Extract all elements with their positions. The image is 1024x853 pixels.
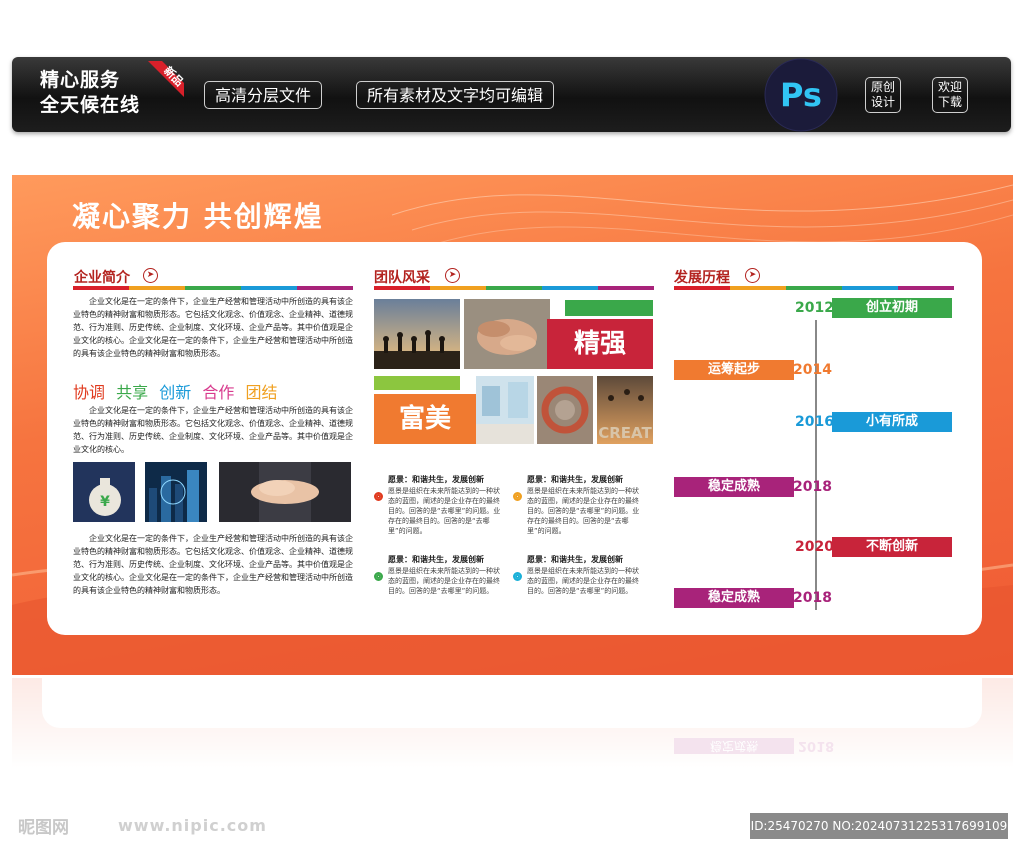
intro-arrow-icon[interactable]: ➤ (143, 268, 158, 283)
fumei-block: 富美 (374, 394, 476, 444)
intro-paragraph-2: 企业文化是在一定的条件下，企业生产经营和管理活动中所创造的具有该企业特色的精神财… (73, 406, 353, 454)
team-jump-photo (374, 299, 460, 369)
promo-banner: 精心服务 全天候在线 新品 高清分层文件 所有素材及文字均可编辑 Ps 原创 设… (12, 57, 1011, 132)
vision-body: 愿景是组织在未来所能达到的一种状态的蓝图，阐述的是企业存在的最终目的。回答的是“… (388, 567, 500, 595)
team-arrow-icon[interactable]: ➤ (445, 268, 460, 283)
tech-city-photo (145, 462, 207, 522)
nipic-logo: 昵图网 (18, 818, 69, 838)
vision-heading: 愿景：和谐共生，发展创新 (388, 475, 484, 484)
team-color-bar (374, 286, 654, 290)
keywords-row: 协调 共享 创新 合作 团结 (73, 379, 353, 403)
vision-heading: 愿景：和谐共生，发展创新 (388, 555, 484, 564)
vision-heading: 愿景：和谐共生，发展创新 (527, 555, 623, 564)
svg-text:¥: ¥ (100, 494, 110, 510)
service-slogan: 精心服务 全天候在线 (40, 69, 141, 116)
hands-together-photo (464, 299, 550, 369)
vision-dot-icon (374, 572, 383, 581)
history-color-bar (674, 286, 954, 290)
reflection-label: 稳定成熟 (674, 738, 794, 754)
intro-paragraph-3: 企业文化是在一定的条件下，企业生产经营和管理活动中所创造的具有该企业特色的精神财… (73, 534, 353, 595)
team-title: 团队风采 (374, 270, 430, 286)
svg-text:CREAT: CREAT (598, 424, 652, 442)
keyword-sharing: 共享 (116, 383, 149, 402)
timeline-label: 创立初期 (832, 298, 952, 318)
vision-dot-icon (374, 492, 383, 501)
timeline-year: 2018 (793, 479, 832, 495)
history-arrow-icon[interactable]: ➤ (745, 268, 760, 283)
vision-heading: 愿景：和谐共生，发展创新 (527, 475, 623, 484)
photoshop-icon: Ps (764, 58, 838, 132)
handshake-photo (219, 462, 351, 522)
intro-paragraph-1: 企业文化是在一定的条件下，企业生产经营和管理活动中所创造的具有该企业特色的精神财… (73, 297, 353, 358)
timeline-year: 2014 (793, 362, 832, 378)
keyword-cooperation: 合作 (202, 383, 235, 402)
timeline-year: 2012 (795, 300, 834, 316)
vision-body: 愿景是组织在未来所能达到的一种状态的蓝图，阐述的是企业存在的最终目的。回答的是“… (527, 567, 639, 595)
creat-jump-photo: CREAT (597, 376, 653, 444)
vision-dot-icon (513, 492, 522, 501)
history-title: 发展历程 (674, 270, 730, 286)
welcome-download-button[interactable]: 欢迎 下载 (932, 77, 968, 113)
timeline-label: 小有所成 (832, 412, 952, 432)
green-accent-block (565, 300, 653, 316)
hd-layered-file-button[interactable]: 高清分层文件 (204, 81, 323, 109)
timeline-year: 2016 (795, 414, 834, 430)
money-bag-photo: ¥ (73, 462, 135, 522)
intro-title: 企业简介 (74, 270, 130, 286)
timeline-year: 2020 (795, 539, 834, 555)
culture-board: 凝心聚力 共创辉煌 企业简介 ➤ 企业文化是在一定的条件下，企业生产经营和管理活… (12, 175, 1013, 675)
vision-body: 愿景是组织在未来所能达到的一种状态的蓝图，阐述的是企业存在的最终目的。回答的是“… (388, 487, 501, 535)
timeline-label: 稳定成熟 (674, 588, 794, 608)
circle-hands-photo (537, 376, 593, 444)
svg-text:Ps: Ps (780, 76, 822, 114)
timeline-label: 稳定成熟 (674, 477, 794, 497)
editable-materials-button[interactable]: 所有素材及文字均可编辑 (356, 81, 555, 109)
office-photo (476, 376, 534, 444)
jingqiang-block: 精强 (547, 319, 653, 369)
original-design-button[interactable]: 原创 设计 (865, 77, 901, 113)
image-id-badge: ID:25470270 NO:20240731225317699109 (750, 813, 1008, 839)
timeline-year: 2018 (793, 590, 832, 606)
timeline-label: 运筹起步 (674, 360, 794, 380)
intro-color-bar (73, 286, 353, 290)
keyword-innovation: 创新 (159, 383, 192, 402)
lime-accent-block (374, 376, 460, 390)
content-panel: 企业简介 ➤ 企业文化是在一定的条件下，企业生产经营和管理活动中所创造的具有该企… (47, 242, 982, 635)
vision-body: 愿景是组织在未来所能达到的一种状态的蓝图，阐述的是企业存在的最终目的。回答的是“… (527, 487, 640, 535)
timeline-label: 不断创新 (832, 537, 952, 557)
keyword-harmony: 协调 (73, 383, 106, 402)
nipic-url[interactable]: www.nipic.com (118, 816, 267, 835)
vision-dot-icon (513, 572, 522, 581)
board-reflection: 稳定成熟 2018 (12, 678, 1013, 768)
reflection-year: 2018 (798, 738, 835, 753)
board-title: 凝心聚力 共创辉煌 (72, 200, 324, 233)
new-product-ribbon: 新品 (148, 61, 184, 97)
keyword-unity: 团结 (245, 383, 278, 402)
